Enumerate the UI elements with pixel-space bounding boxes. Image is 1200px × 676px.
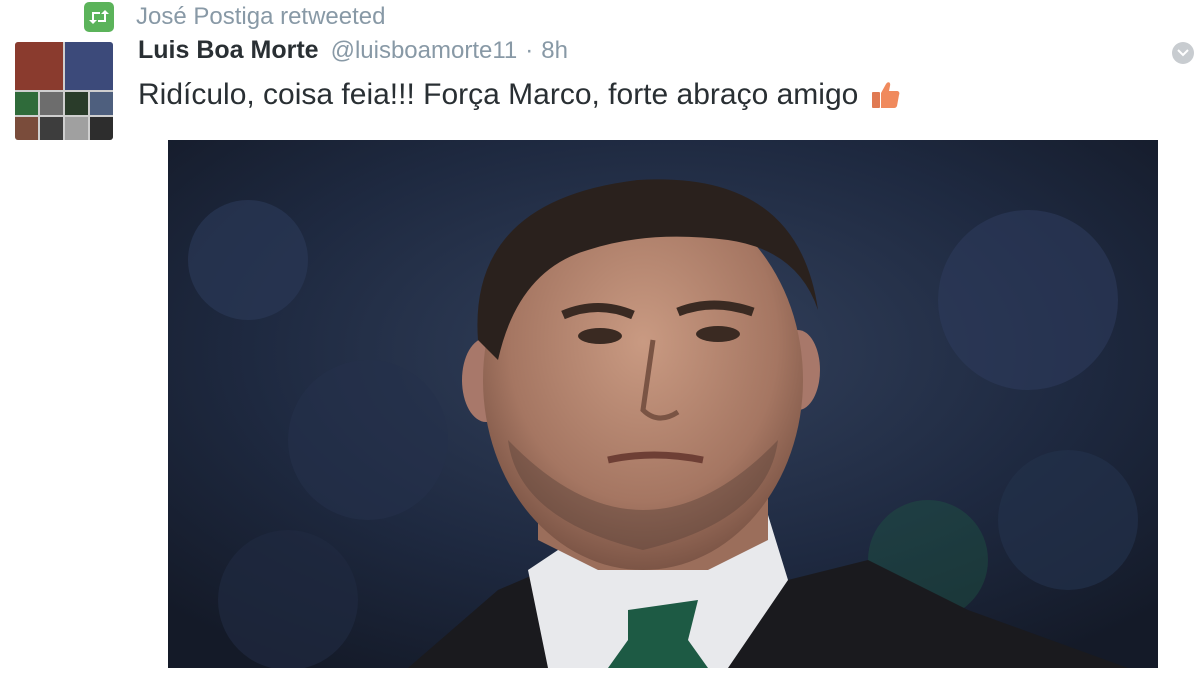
more-options-icon[interactable] [1172,42,1194,64]
tweet-photo[interactable] [168,140,1158,668]
timestamp[interactable]: 8h [541,37,568,65]
tweet-text: Ridículo, coisa feia!!! Força Marco, for… [138,78,902,112]
retweet-context: José Postiga retweeted [84,0,385,34]
portrait-image [168,140,1158,668]
tweet-card: José Postiga retweeted Luis Boa Morte @l… [0,0,1200,676]
avatar[interactable] [15,42,113,140]
retweet-label[interactable]: José Postiga retweeted [136,3,385,31]
author-handle[interactable]: @luisboamorte11 [331,37,518,65]
author-name[interactable]: Luis Boa Morte [138,36,319,65]
separator: · [525,37,534,64]
thumbs-up-icon [868,78,902,112]
tweet-body: Ridículo, coisa feia!!! Força Marco, for… [138,78,859,111]
retweet-icon [84,2,114,32]
tweet-header: Luis Boa Morte @luisboamorte11 · 8h [138,36,568,74]
